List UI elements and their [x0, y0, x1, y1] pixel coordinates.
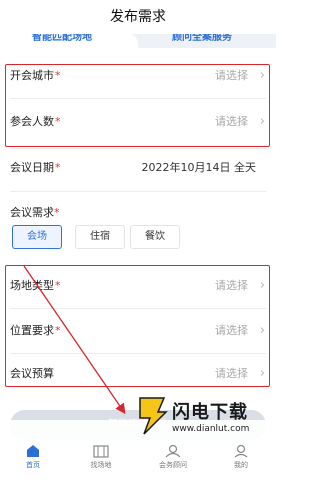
date-row[interactable]: 会议日期* 2022年10月14日 全天 — [0, 146, 276, 190]
chevron-right-icon: › — [259, 323, 265, 338]
date-label: 会议日期* — [10, 161, 61, 174]
lightning-logo-icon — [139, 397, 168, 435]
venue-type-label: 场地类型* — [10, 279, 61, 292]
tab-smart-match[interactable]: 智能匹配场地 — [0, 34, 138, 48]
top-bar: 发布需求 — [0, 0, 276, 34]
home-icon — [27, 445, 39, 457]
service-tabs: 智能匹配场地 顾问全案服务 — [0, 34, 276, 48]
watermark: 闪电下载 www.dianlut.com — [134, 396, 276, 452]
watermark-url: www.dianlut.com — [172, 424, 250, 434]
location-value: 请选择 — [215, 324, 248, 337]
chevron-right-icon: › — [259, 278, 265, 293]
venue-type-value: 请选择 — [215, 279, 248, 292]
city-value: 请选择 — [215, 69, 248, 82]
tabbar-venues-label: 找场地 — [90, 461, 112, 469]
tabbar-venues[interactable]: 找场地 — [76, 444, 126, 470]
tabbar-home[interactable]: 首页 — [8, 444, 58, 470]
location-row[interactable]: 位置要求* 请选择 › — [0, 309, 276, 353]
venue-type-row[interactable]: 场地类型* 请选择 › — [0, 264, 276, 308]
attendees-row[interactable]: 参会人数* 请选择 › — [0, 100, 276, 144]
chevron-right-icon: › — [259, 366, 265, 381]
chevron-right-icon: › — [259, 68, 265, 83]
divider — [10, 191, 266, 192]
chevron-right-icon: › — [259, 114, 265, 129]
tabbar-profile-label: 我的 — [234, 461, 248, 469]
need-option-lodging[interactable]: 住宿 — [75, 225, 125, 249]
tabbar-advisor-label: 会务顾问 — [159, 461, 187, 469]
budget-label: 会议预算 — [10, 367, 54, 380]
tab-smart-match-label: 智能匹配场地 — [32, 34, 92, 43]
required-mark: * — [54, 206, 60, 219]
required-mark: * — [55, 69, 61, 82]
budget-row[interactable]: 会议预算 请选择 › — [0, 352, 276, 396]
required-mark: * — [55, 161, 61, 174]
tabbar-home-label: 首页 — [26, 461, 40, 469]
tab-consultant-service-label: 顾问全案服务 — [172, 34, 232, 43]
location-label: 位置要求* — [10, 324, 61, 337]
need-option-catering[interactable]: 餐饮 — [130, 225, 180, 249]
budget-value: 请选择 — [215, 367, 248, 380]
date-value: 2022年10月14日 全天 — [141, 161, 257, 174]
city-row[interactable]: 开会城市* 请选择 › — [0, 54, 276, 98]
attendees-value: 请选择 — [215, 115, 248, 128]
required-mark: * — [55, 279, 61, 292]
page-title: 发布需求 — [110, 9, 166, 25]
needs-label: 会议需求* — [10, 206, 60, 219]
tab-consultant-service[interactable]: 顾问全案服务 — [138, 34, 276, 48]
need-option-venue[interactable]: 会场 — [12, 225, 62, 249]
attendees-label: 参会人数* — [10, 115, 61, 128]
required-mark: * — [55, 324, 61, 337]
divider — [10, 98, 266, 99]
city-label: 开会城市* — [10, 69, 61, 82]
watermark-text: 闪电下载 — [172, 402, 248, 423]
venue-icon — [93, 445, 109, 458]
required-mark: * — [55, 115, 61, 128]
